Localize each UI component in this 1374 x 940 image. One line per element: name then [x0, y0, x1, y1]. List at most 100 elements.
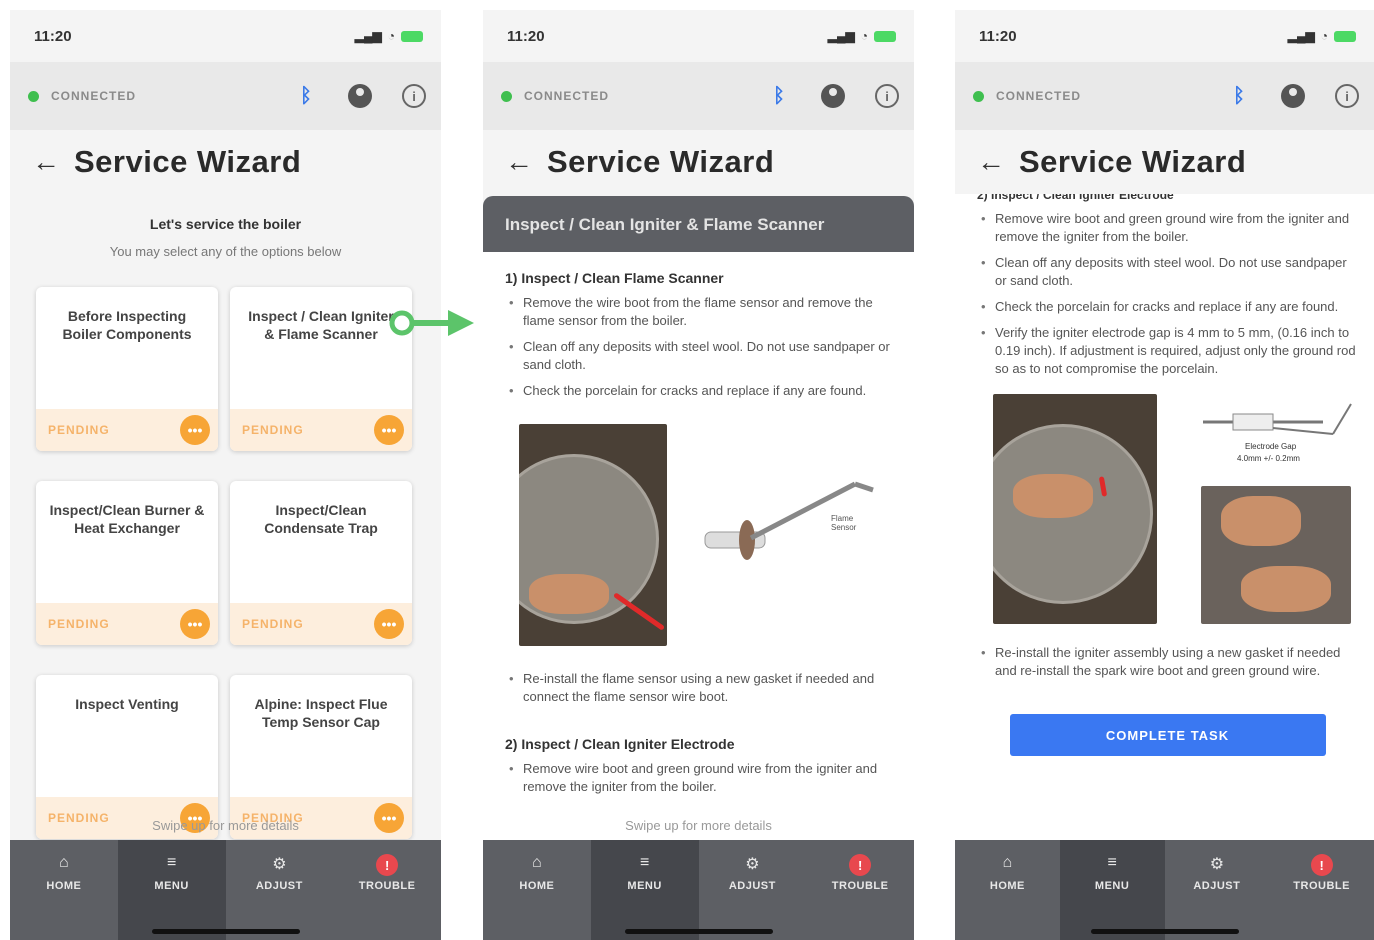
swipe-hint: Swipe up for more details — [625, 818, 772, 833]
back-arrow-icon[interactable]: ← — [505, 146, 547, 178]
home-icon: ⌂ — [532, 854, 542, 871]
intro-title: Let's service the boiler — [149, 216, 302, 232]
status-icons: ▂▄▆ ◔ — [1288, 29, 1356, 43]
user-icon — [348, 84, 372, 108]
instructions-scroll[interactable]: 1) Inspect / Clean Flame Scanner Remove … — [483, 252, 914, 840]
instructions-scroll[interactable]: 2) Inspect / Clean Igniter Electrode Rem… — [955, 194, 1374, 840]
status-time: 11:20 — [34, 27, 72, 45]
instruction-item: Remove wire boot and green ground wire f… — [977, 210, 1358, 246]
bottom-nav: ⌂ HOME ≡ MENU ⚙ ADJUST ! TROUBLE — [483, 840, 914, 940]
status-badge: PENDING — [48, 617, 110, 631]
task-card-title: Inspect/Clean Condensate Trap — [264, 502, 378, 536]
back-arrow-icon[interactable]: ← — [977, 146, 1019, 178]
info-button[interactable]: i — [874, 83, 900, 109]
connected-dot-icon — [28, 90, 39, 102]
nav-adjust[interactable]: ⚙ ADJUST — [1165, 840, 1270, 940]
task-card-igniter-flame-scanner[interactable]: Inspect / Clean Igniter & Flame Scanner … — [230, 287, 412, 451]
status-badge: PENDING — [48, 423, 110, 437]
wifi-icon: ◔ — [1320, 29, 1328, 43]
section-header: Inspect / Clean Igniter & Flame Scanner — [483, 196, 914, 254]
instruction-item: Re-install the flame sensor using a new … — [505, 670, 894, 706]
electrode-gap-value: 4.0mm +/- 0.2mm — [1237, 454, 1300, 463]
task-card-flue-temp-sensor[interactable]: Alpine: Inspect Flue Temp Sensor Cap PEN… — [230, 675, 412, 839]
gear-icon: ⚙ — [745, 856, 760, 873]
nav-adjust[interactable]: ⚙ ADJUST — [226, 840, 334, 940]
task-grid: Before Inspecting Boiler Components PEND… — [10, 259, 441, 839]
status-badge: PENDING — [242, 617, 304, 631]
nav-label: ADJUST — [1193, 880, 1241, 892]
wifi-icon: ◔ — [387, 29, 395, 43]
step-title: 2) Inspect / Clean Igniter Electrode — [977, 194, 1174, 202]
task-card-before-inspecting[interactable]: Before Inspecting Boiler Components PEND… — [36, 287, 218, 451]
connected-dot-icon — [973, 90, 984, 102]
bluetooth-icon[interactable]: ᛒ — [1226, 83, 1252, 109]
nav-menu[interactable]: ≡ MENU — [1059, 840, 1165, 940]
signal-icon: ▂▄▆ — [1287, 29, 1315, 43]
instruction-item: Verify the igniter electrode gap is 4 mm… — [977, 324, 1358, 378]
account-button[interactable] — [347, 83, 373, 109]
nav-trouble[interactable]: ! TROUBLE — [806, 840, 914, 940]
account-button[interactable] — [820, 83, 846, 109]
nav-trouble[interactable]: ! TROUBLE — [1269, 840, 1374, 940]
screen-service-menu: 11:20 ▂▄▆ ◔ CONNECTED ᛒ i ← Service Wiza… — [10, 10, 441, 940]
back-arrow-icon[interactable]: ← — [32, 146, 74, 178]
gear-icon: ⚙ — [1209, 856, 1225, 873]
info-button[interactable]: i — [1334, 83, 1360, 109]
status-icons: ▂▄▆ ◔ — [355, 29, 423, 43]
bluetooth-icon[interactable]: ᛒ — [293, 83, 319, 109]
nav-home[interactable]: ⌂ HOME — [10, 840, 118, 940]
electrode-gap-drawing — [1203, 403, 1352, 435]
nav-label: TROUBLE — [831, 880, 889, 892]
nav-trouble[interactable]: ! TROUBLE — [333, 840, 441, 940]
connection-bar: CONNECTED ᛒ i — [483, 62, 914, 130]
nav-label: ADJUST — [255, 880, 303, 892]
nav-label: HOME — [989, 880, 1025, 892]
battery-icon — [1334, 30, 1356, 42]
nav-menu[interactable]: ≡ MENU — [590, 840, 699, 940]
flow-arrow-icon — [389, 310, 474, 336]
battery-icon — [401, 30, 423, 42]
page-title: Service Wizard — [74, 144, 302, 179]
user-icon — [821, 84, 845, 108]
signal-icon: ▂▄▆ — [354, 29, 382, 43]
step-title: 2) Inspect / Clean Igniter Electrode — [505, 736, 735, 752]
task-card-burner-heat-exchanger[interactable]: Inspect/Clean Burner & Heat Exchanger PE… — [36, 481, 218, 645]
intro-subtitle: You may select any of the options below — [109, 244, 342, 259]
nav-adjust[interactable]: ⚙ ADJUST — [699, 840, 807, 940]
more-button[interactable]: ••• — [180, 609, 210, 639]
flame-sensor-figure: Flame Sensor — [505, 414, 894, 654]
complete-task-button[interactable]: COMPLETE TASK — [1009, 714, 1326, 756]
battery-icon — [874, 30, 896, 42]
info-icon: i — [875, 84, 899, 108]
page-header: ← Service Wizard — [10, 130, 441, 194]
swipe-hint: Swipe up for more details — [152, 818, 299, 833]
account-button[interactable] — [1280, 83, 1306, 109]
step-title: 1) Inspect / Clean Flame Scanner — [505, 270, 724, 286]
task-card-condensate-trap[interactable]: Inspect/Clean Condensate Trap PENDING ••… — [230, 481, 412, 645]
screen-task-detail-scrolled: 11:20 ▂▄▆ ◔ CONNECTED ᛒ i ← Service Wiza… — [955, 10, 1374, 940]
user-icon — [1281, 84, 1305, 108]
gear-icon: ⚙ — [272, 856, 287, 873]
info-button[interactable]: i — [401, 83, 427, 109]
nav-home[interactable]: ⌂ HOME — [955, 840, 1060, 940]
page-title: Service Wizard — [547, 144, 775, 179]
more-button[interactable]: ••• — [180, 415, 210, 445]
nav-home[interactable]: ⌂ HOME — [483, 840, 591, 940]
connection-bar: CONNECTED ᛒ i — [955, 62, 1374, 130]
more-button[interactable]: ••• — [374, 415, 404, 445]
status-time: 11:20 — [507, 27, 545, 45]
info-icon: i — [402, 84, 426, 108]
nav-label: HOME — [519, 880, 555, 892]
task-card-title: Before Inspecting Boiler Components — [62, 308, 192, 342]
nav-label: TROUBLE — [1293, 880, 1350, 892]
nav-menu[interactable]: ≡ MENU — [117, 840, 226, 940]
connected-dot-icon — [501, 90, 512, 102]
info-icon: i — [1335, 84, 1359, 108]
bluetooth-icon[interactable]: ᛒ — [766, 83, 792, 109]
connection-status: CONNECTED — [51, 89, 137, 103]
page-header: ← Service Wizard — [955, 130, 1374, 194]
more-button[interactable]: ••• — [374, 609, 404, 639]
task-card-venting[interactable]: Inspect Venting PENDING ••• — [36, 675, 218, 839]
task-card-title: Inspect/Clean Burner & Heat Exchanger — [49, 502, 205, 536]
page-title: Service Wizard — [1019, 144, 1247, 179]
